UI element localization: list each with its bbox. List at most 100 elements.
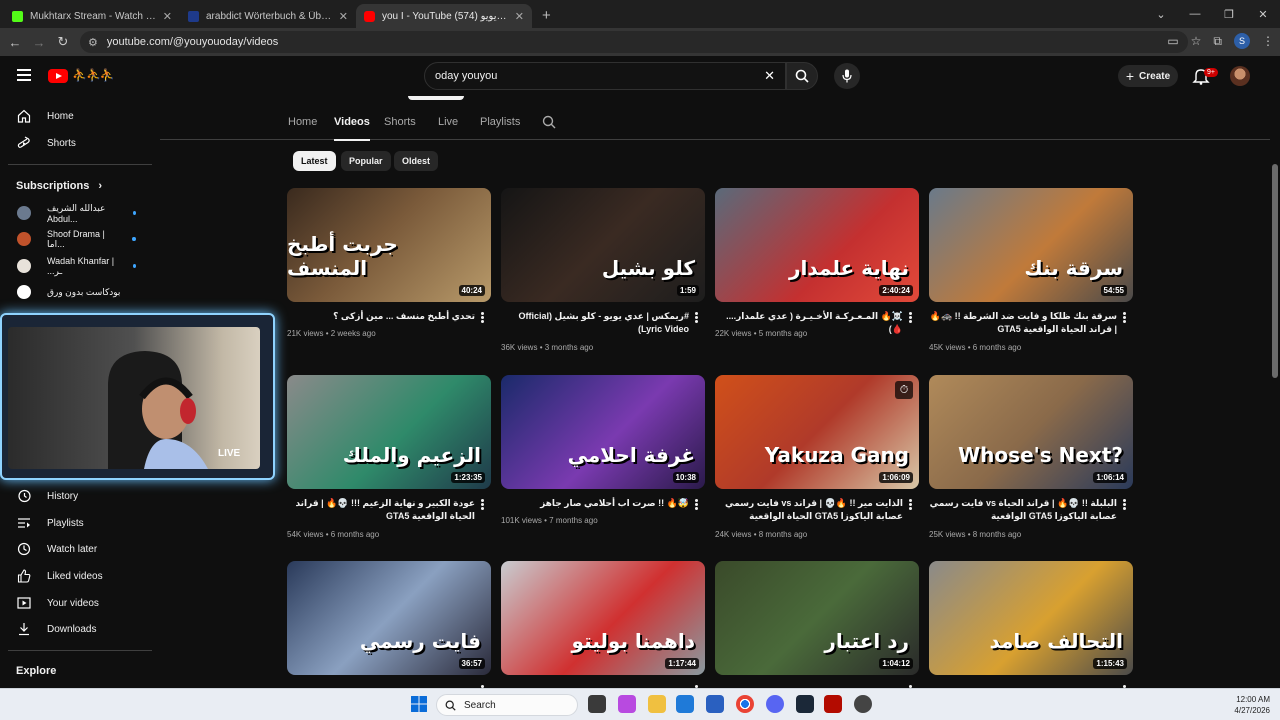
video-thumbnail[interactable]: فايت رسمي 36:57 (287, 561, 491, 675)
file-explorer-icon[interactable] (648, 695, 666, 713)
video-title[interactable]: 🤯🔥 !! صرت اب أحلامي صار جاهز (501, 497, 689, 510)
sidebar-item-downloads[interactable]: Downloads (0, 616, 158, 642)
store-app-icon[interactable] (676, 695, 694, 713)
voice-search-button[interactable] (834, 63, 860, 89)
video-title[interactable]: #ريمكس | عدي يويو - كلو بشيل (Official L… (501, 310, 689, 336)
scrollbar-thumb[interactable] (1272, 164, 1278, 378)
video-card[interactable]: كلو بشيل 1:59 #ريمكس | عدي يويو - كلو بشيل… (501, 188, 705, 352)
tab-search-chevron-icon[interactable]: ⌄ (1144, 8, 1178, 21)
tab-shorts[interactable]: Shorts (384, 116, 416, 128)
sidebar-item-playlists[interactable]: Playlists (0, 510, 158, 536)
browser-tab-1[interactable]: Mukhtarx Stream - Watch Live o ✕ (4, 4, 180, 28)
video-thumbnail[interactable]: التحالف صامد 1:15:43 (929, 561, 1133, 675)
windows-start-icon[interactable] (410, 695, 428, 713)
account-avatar[interactable] (1230, 66, 1250, 86)
chrome-app-icon[interactable] (736, 695, 754, 713)
bookmark-star-icon[interactable]: ☆ (1191, 34, 1202, 48)
close-window-icon[interactable]: ✕ (1246, 8, 1280, 21)
video-title[interactable]: عودة الكبير و نهاية الزعيم !!! 💀🔥 | قران… (287, 497, 475, 523)
video-card[interactable]: داهمنا بوليتو 1:17:44 (501, 561, 705, 696)
video-thumbnail[interactable]: جربت أطبخ المنسف 40:24 (287, 188, 491, 302)
sidebar-item-history[interactable]: History (0, 483, 158, 509)
site-info-icon[interactable]: ⚙ (88, 36, 98, 49)
video-thumbnail[interactable]: Yakuza Gang 1:06:09 ⏱ (715, 375, 919, 489)
search-input[interactable]: oday youyou ✕ (424, 62, 786, 90)
restore-icon[interactable]: ❐ (1212, 8, 1246, 21)
extensions-icon[interactable]: ⧉ (1213, 34, 1222, 49)
new-tab-plus-icon[interactable]: + (532, 7, 561, 28)
more-actions-icon[interactable] (481, 499, 484, 510)
chrome-menu-icon[interactable]: ⋮ (1262, 34, 1274, 48)
paint-app-icon[interactable] (618, 695, 636, 713)
video-card[interactable]: Yakuza Gang 1:06:09 ⏱ الذايت مير !! 🔥💀 | قر… (715, 375, 919, 539)
subscription-item[interactable]: Shoof Drama | اما... (0, 226, 158, 252)
video-card[interactable]: غرفة احلامي 10:38 🤯🔥 !! صرت اب أحلامي صار … (501, 375, 705, 525)
clear-search-icon[interactable]: ✕ (764, 68, 775, 84)
more-actions-icon[interactable] (481, 312, 484, 323)
sidebar-item-your-videos[interactable]: Your videos (0, 590, 158, 616)
system-clock[interactable]: 12:00 AM 4/27/2026 (1234, 694, 1270, 716)
discord-app-icon[interactable] (766, 695, 784, 713)
close-tab-icon[interactable]: ✕ (339, 10, 348, 23)
reload-icon[interactable]: ↻ (51, 34, 75, 50)
chip-popular[interactable]: Popular (341, 151, 391, 171)
acrobat-app-icon[interactable] (824, 695, 842, 713)
tab-playlists[interactable]: Playlists (480, 116, 520, 128)
profile-avatar[interactable]: S (1234, 33, 1250, 49)
task-view-icon[interactable] (588, 695, 606, 713)
video-card[interactable]: التحالف صامد 1:15:43 (929, 561, 1133, 696)
more-actions-icon[interactable] (1123, 312, 1126, 323)
video-thumbnail[interactable]: نهاية علمدار 2:40:24 (715, 188, 919, 302)
tab-home[interactable]: Home (288, 116, 317, 128)
forward-arrow-icon[interactable]: → (27, 35, 51, 50)
video-thumbnail[interactable]: كلو بشيل 1:59 (501, 188, 705, 302)
subscription-item[interactable]: عبدالله الشريف Abdul... (0, 200, 158, 226)
close-tab-icon[interactable]: ✕ (515, 10, 524, 23)
video-card[interactable]: جربت أطبخ المنسف 40:24 تحدي أطبخ منسف ... … (287, 188, 491, 338)
video-card[interactable]: فايت رسمي 36:57 (287, 561, 491, 696)
more-actions-icon[interactable] (909, 499, 912, 510)
video-thumbnail[interactable]: غرفة احلامي 10:38 (501, 375, 705, 489)
sidebar-item-watch-later[interactable]: Watch later (0, 536, 158, 562)
video-thumbnail[interactable]: رد اعتبار 1:04:12 (715, 561, 919, 675)
subscriptions-heading[interactable]: Subscriptions › (16, 180, 102, 192)
video-title[interactable]: الذايت مير !! 🔥💀 | قراند vs فايت رسمي عص… (715, 497, 903, 523)
more-actions-icon[interactable] (909, 312, 912, 323)
browser-tab-2[interactable]: arabdict Wörterbuch & Übersetz ✕ (180, 4, 356, 28)
chip-latest[interactable]: Latest (293, 151, 336, 171)
taskbar-search[interactable]: Search (436, 694, 578, 716)
sidebar-item-liked-videos[interactable]: Liked videos (0, 563, 158, 589)
more-actions-icon[interactable] (1123, 499, 1126, 510)
minimize-icon[interactable]: — (1178, 8, 1212, 20)
more-actions-icon[interactable] (695, 499, 698, 510)
hamburger-menu-icon[interactable] (17, 69, 31, 81)
watch-later-hover-icon[interactable]: ⏱ (895, 381, 913, 399)
cast-icon[interactable]: ▭ (1167, 34, 1178, 48)
chip-oldest[interactable]: Oldest (394, 151, 439, 171)
steam-app-icon[interactable] (796, 695, 814, 713)
video-thumbnail[interactable]: Whose's Next? 1:06:14 (929, 375, 1133, 489)
address-bar[interactable]: ⚙ youtube.com/@youyouoday/videos (80, 31, 1188, 53)
video-title[interactable]: تحدي أطبخ منسف ... مين أزكى ؟ (287, 310, 475, 323)
sidebar-item-shorts[interactable]: Shorts (0, 130, 158, 156)
page-scrollbar[interactable] (1270, 56, 1280, 688)
video-title[interactable]: سرقة بنك ظلكا و فايت ضد الشرطة !! 🚓🔥 | ق… (929, 310, 1117, 336)
video-card[interactable]: Whose's Next? 1:06:14 البلبلة !! 💀🔥 | قران… (929, 375, 1133, 539)
subscription-item[interactable]: بودكاست بدون ورق (0, 279, 158, 305)
video-card[interactable]: الزعيم والملك 1:23:35 عودة الكبير و نهاية … (287, 375, 491, 539)
search-button[interactable] (786, 62, 818, 90)
youtube-doodle-icon[interactable]: ⛹⛹⛹ (72, 68, 115, 82)
tab-videos[interactable]: Videos (334, 116, 370, 141)
sidebar-item-home[interactable]: Home (0, 103, 158, 129)
video-card[interactable]: سرقة بنك 54:55 سرقة بنك ظلكا و فايت ضد الش… (929, 188, 1133, 352)
video-card[interactable]: رد اعتبار 1:04:12 (715, 561, 919, 696)
video-thumbnail[interactable]: داهمنا بوليتو 1:17:44 (501, 561, 705, 675)
outlook-app-icon[interactable] (706, 695, 724, 713)
back-arrow-icon[interactable]: ← (3, 35, 27, 50)
video-title[interactable]: البلبلة !! 💀🔥 | قراند الحياة vs فايت رسم… (929, 497, 1117, 523)
video-card[interactable]: نهاية علمدار 2:40:24 ☠️🔥 المـعـركـة الأخـي… (715, 188, 919, 338)
subscription-item[interactable]: Wadah Khanfar | ...ـر (0, 253, 158, 279)
video-thumbnail[interactable]: سرقة بنك 54:55 (929, 188, 1133, 302)
video-thumbnail[interactable]: الزعيم والملك 1:23:35 (287, 375, 491, 489)
obs-app-icon[interactable] (854, 695, 872, 713)
